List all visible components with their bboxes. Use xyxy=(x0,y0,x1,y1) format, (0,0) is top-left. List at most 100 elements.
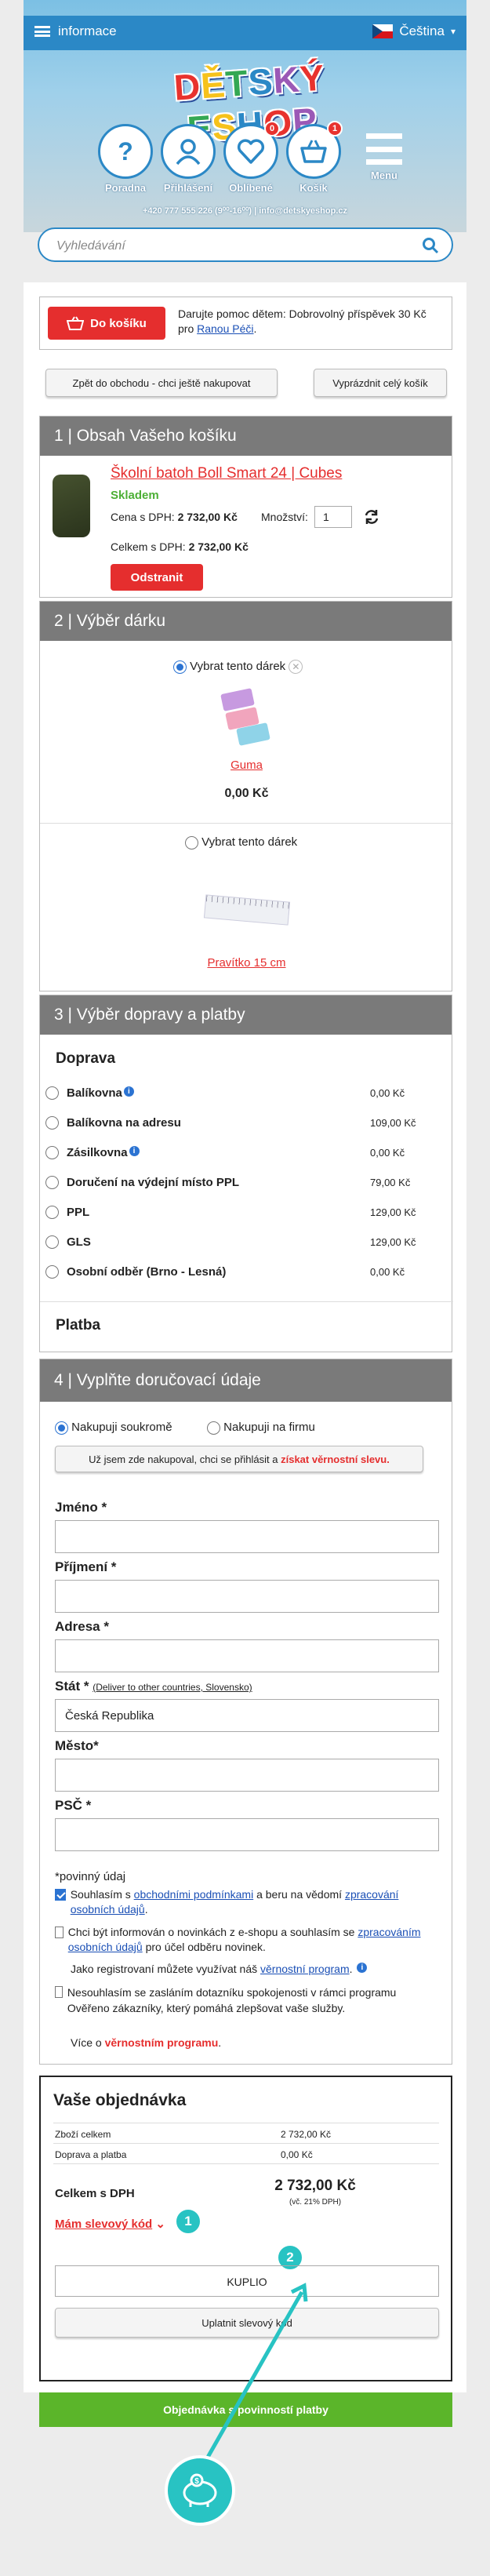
top-bar: informace Čeština ▾ xyxy=(24,16,466,50)
search-input[interactable]: Vyhledávání xyxy=(56,239,125,253)
shipping-radio[interactable] xyxy=(45,1235,59,1249)
survey-text: Nesouhlasím se zasláním dotazníku spokoj… xyxy=(67,1986,397,2014)
shipping-radio[interactable] xyxy=(45,1145,59,1159)
stock-status: Skladem xyxy=(111,489,159,502)
gift2-choose[interactable]: Vybrat tento dárek xyxy=(185,835,297,850)
loyalty-post: . xyxy=(349,1963,353,1975)
question-icon: ? xyxy=(98,124,153,179)
city-field[interactable] xyxy=(55,1759,439,1792)
zip-label: PSČ * xyxy=(55,1798,92,1813)
total-line: Celkem s DPH: 2 732,00 Kč xyxy=(111,540,249,553)
shipping-name-text: Doručení na výdejní místo PPL xyxy=(67,1175,240,1189)
price-line: Cena s DPH: 2 732,00 Kč xyxy=(111,511,238,523)
name-label: Jméno * xyxy=(55,1500,107,1515)
discount-toggle[interactable]: Mám slevový kód ⌄ xyxy=(55,2217,165,2231)
shipping-radio[interactable] xyxy=(45,1264,59,1279)
gift1-radio[interactable] xyxy=(173,660,187,674)
shipping-radio[interactable] xyxy=(45,1086,59,1100)
nav-cart[interactable]: 1 Košík xyxy=(286,121,345,194)
state-label-text: Stát * xyxy=(55,1679,89,1694)
company-option[interactable]: Nakupuji na firmu xyxy=(207,1421,315,1435)
product-name-link[interactable]: Školní batoh Boll Smart 24 | Cubes xyxy=(111,465,342,482)
state-select[interactable]: Česká Republika xyxy=(55,1699,439,1732)
nav-poradna[interactable]: ? Poradna xyxy=(98,124,157,194)
gift1-name[interactable]: Guma xyxy=(40,759,453,772)
nav-label: Oblíbené xyxy=(229,182,273,194)
donation-text: Darujte pomoc dětem: Dobrovolný příspěve… xyxy=(178,307,445,337)
info-icon[interactable]: i xyxy=(129,1145,140,1156)
refresh-icon[interactable] xyxy=(363,508,380,529)
nav-label: Košík xyxy=(299,182,328,194)
discount-link[interactable]: Mám slevový kód xyxy=(55,2218,152,2231)
address-field[interactable] xyxy=(55,1639,439,1672)
divider xyxy=(40,823,453,824)
gift2-image[interactable] xyxy=(203,884,291,939)
private-radio[interactable] xyxy=(55,1421,68,1435)
terms-consent[interactable]: Souhlasím s obchodními podmínkami a beru… xyxy=(55,1887,439,1917)
shipping-option[interactable]: GLS 129,00 Kč xyxy=(45,1232,441,1252)
language-selector[interactable]: Čeština ▾ xyxy=(372,24,456,39)
info-menu-button[interactable]: informace xyxy=(34,24,117,39)
loyalty-link[interactable]: věrnostní program xyxy=(260,1963,350,1975)
terms-checkbox[interactable] xyxy=(55,1889,66,1901)
name-field[interactable] xyxy=(55,1520,439,1553)
remove-button[interactable]: Odstranit xyxy=(111,564,203,591)
gift1-choose[interactable]: Vybrat tento dárek ✕ xyxy=(173,660,303,674)
required-note: *povinný údaj xyxy=(55,1870,126,1883)
state-note-link[interactable]: (Deliver to other countries, Slovensko) xyxy=(93,1682,252,1693)
shipping-option[interactable]: Osobní odběr (Brno - Lesná) 0,00 Kč xyxy=(45,1261,441,1282)
loyalty-program-link[interactable]: věrnostním programu xyxy=(105,2036,219,2049)
gift2-name[interactable]: Pravítko 15 cm xyxy=(40,956,453,970)
survey-checkbox[interactable] xyxy=(55,1986,63,1998)
shipping-heading: Doprava xyxy=(56,1050,116,1067)
shipping-option[interactable]: Doručení na výdejní místo PPL 79,00 Kč xyxy=(45,1172,441,1192)
shipping-option[interactable]: PPL 129,00 Kč xyxy=(45,1202,441,1222)
back-to-shop-button[interactable]: Zpět do obchodu - chci ještě nakupovat xyxy=(45,369,278,397)
nav-menu[interactable]: Menu xyxy=(359,133,409,181)
goods-label: Zboží celkem xyxy=(55,2129,111,2140)
gift2-choose-label: Vybrat tento dárek xyxy=(201,835,298,849)
shipping-radio[interactable] xyxy=(45,1115,59,1130)
hamburger-icon xyxy=(34,26,50,37)
address-label: Adresa * xyxy=(55,1619,109,1634)
private-label: Nakupuji soukromě xyxy=(71,1421,172,1434)
shipping-radio[interactable] xyxy=(45,1175,59,1189)
company-radio[interactable] xyxy=(207,1421,220,1435)
state-label: Stát * (Deliver to other countries, Slov… xyxy=(55,1679,252,1694)
nav-favorites[interactable]: 0 Oblíbené xyxy=(223,121,282,194)
quantity-input[interactable]: 1 xyxy=(314,506,352,528)
gift1-image[interactable] xyxy=(219,686,274,749)
search-icon[interactable] xyxy=(422,237,439,258)
login-button[interactable]: Už jsem zde nakupoval, chci se přihlásit… xyxy=(55,1446,423,1472)
zip-field[interactable] xyxy=(55,1818,439,1851)
donation-link[interactable]: Ranou Péči xyxy=(197,322,253,335)
gift-section: 2 | Výběr dárku Vybrat tento dárek ✕ Gum… xyxy=(39,601,453,991)
login-link: získat věrnostní slevu. xyxy=(281,1453,390,1465)
shipping-radio[interactable] xyxy=(45,1205,59,1219)
user-icon xyxy=(161,124,216,179)
newsletter-checkbox[interactable] xyxy=(55,1927,64,1938)
empty-cart-button[interactable]: Vyprázdnit celý košík xyxy=(314,369,447,397)
surname-field[interactable] xyxy=(55,1580,439,1613)
shipping-option[interactable]: Balíkovna i 0,00 Kč xyxy=(45,1082,441,1103)
nav-login[interactable]: Přihlášení xyxy=(161,124,220,194)
survey-consent[interactable]: Nesouhlasím se zasláním dotazníku spokoj… xyxy=(55,1985,439,2016)
nav-label: Poradna xyxy=(104,182,146,194)
info-icon[interactable]: i xyxy=(123,1086,134,1097)
donate-add-button[interactable]: Do košíku xyxy=(48,307,165,340)
terms-link[interactable]: obchodními podmínkami xyxy=(134,1888,254,1901)
more-loyalty: Více o věrnostním programu. xyxy=(71,2036,221,2049)
donation-box: Do košíku Darujte pomoc dětem: Dobrovoln… xyxy=(39,297,452,350)
close-icon[interactable]: ✕ xyxy=(289,660,303,674)
private-option[interactable]: Nakupuji soukromě xyxy=(55,1421,172,1435)
section-title: 4 | Vyplňte doručovací údaje xyxy=(40,1359,452,1402)
info-icon[interactable]: i xyxy=(357,1963,368,1973)
gift2-radio[interactable] xyxy=(185,835,198,850)
newsletter-consent[interactable]: Chci být informován o novinkách z e-shop… xyxy=(55,1925,439,1955)
shipping-option[interactable]: Zásilkovna i 0,00 Kč xyxy=(45,1142,441,1162)
shipping-option[interactable]: Balíkovna na adresu 109,00 Kč xyxy=(45,1112,441,1133)
cart-section: 1 | Obsah Vašeho košíku Školní batoh Bol… xyxy=(39,416,452,598)
search-bar[interactable]: Vyhledávání xyxy=(38,227,453,262)
product-image[interactable] xyxy=(53,475,90,537)
shipping-name: Osobní odběr (Brno - Lesná) xyxy=(67,1265,370,1279)
